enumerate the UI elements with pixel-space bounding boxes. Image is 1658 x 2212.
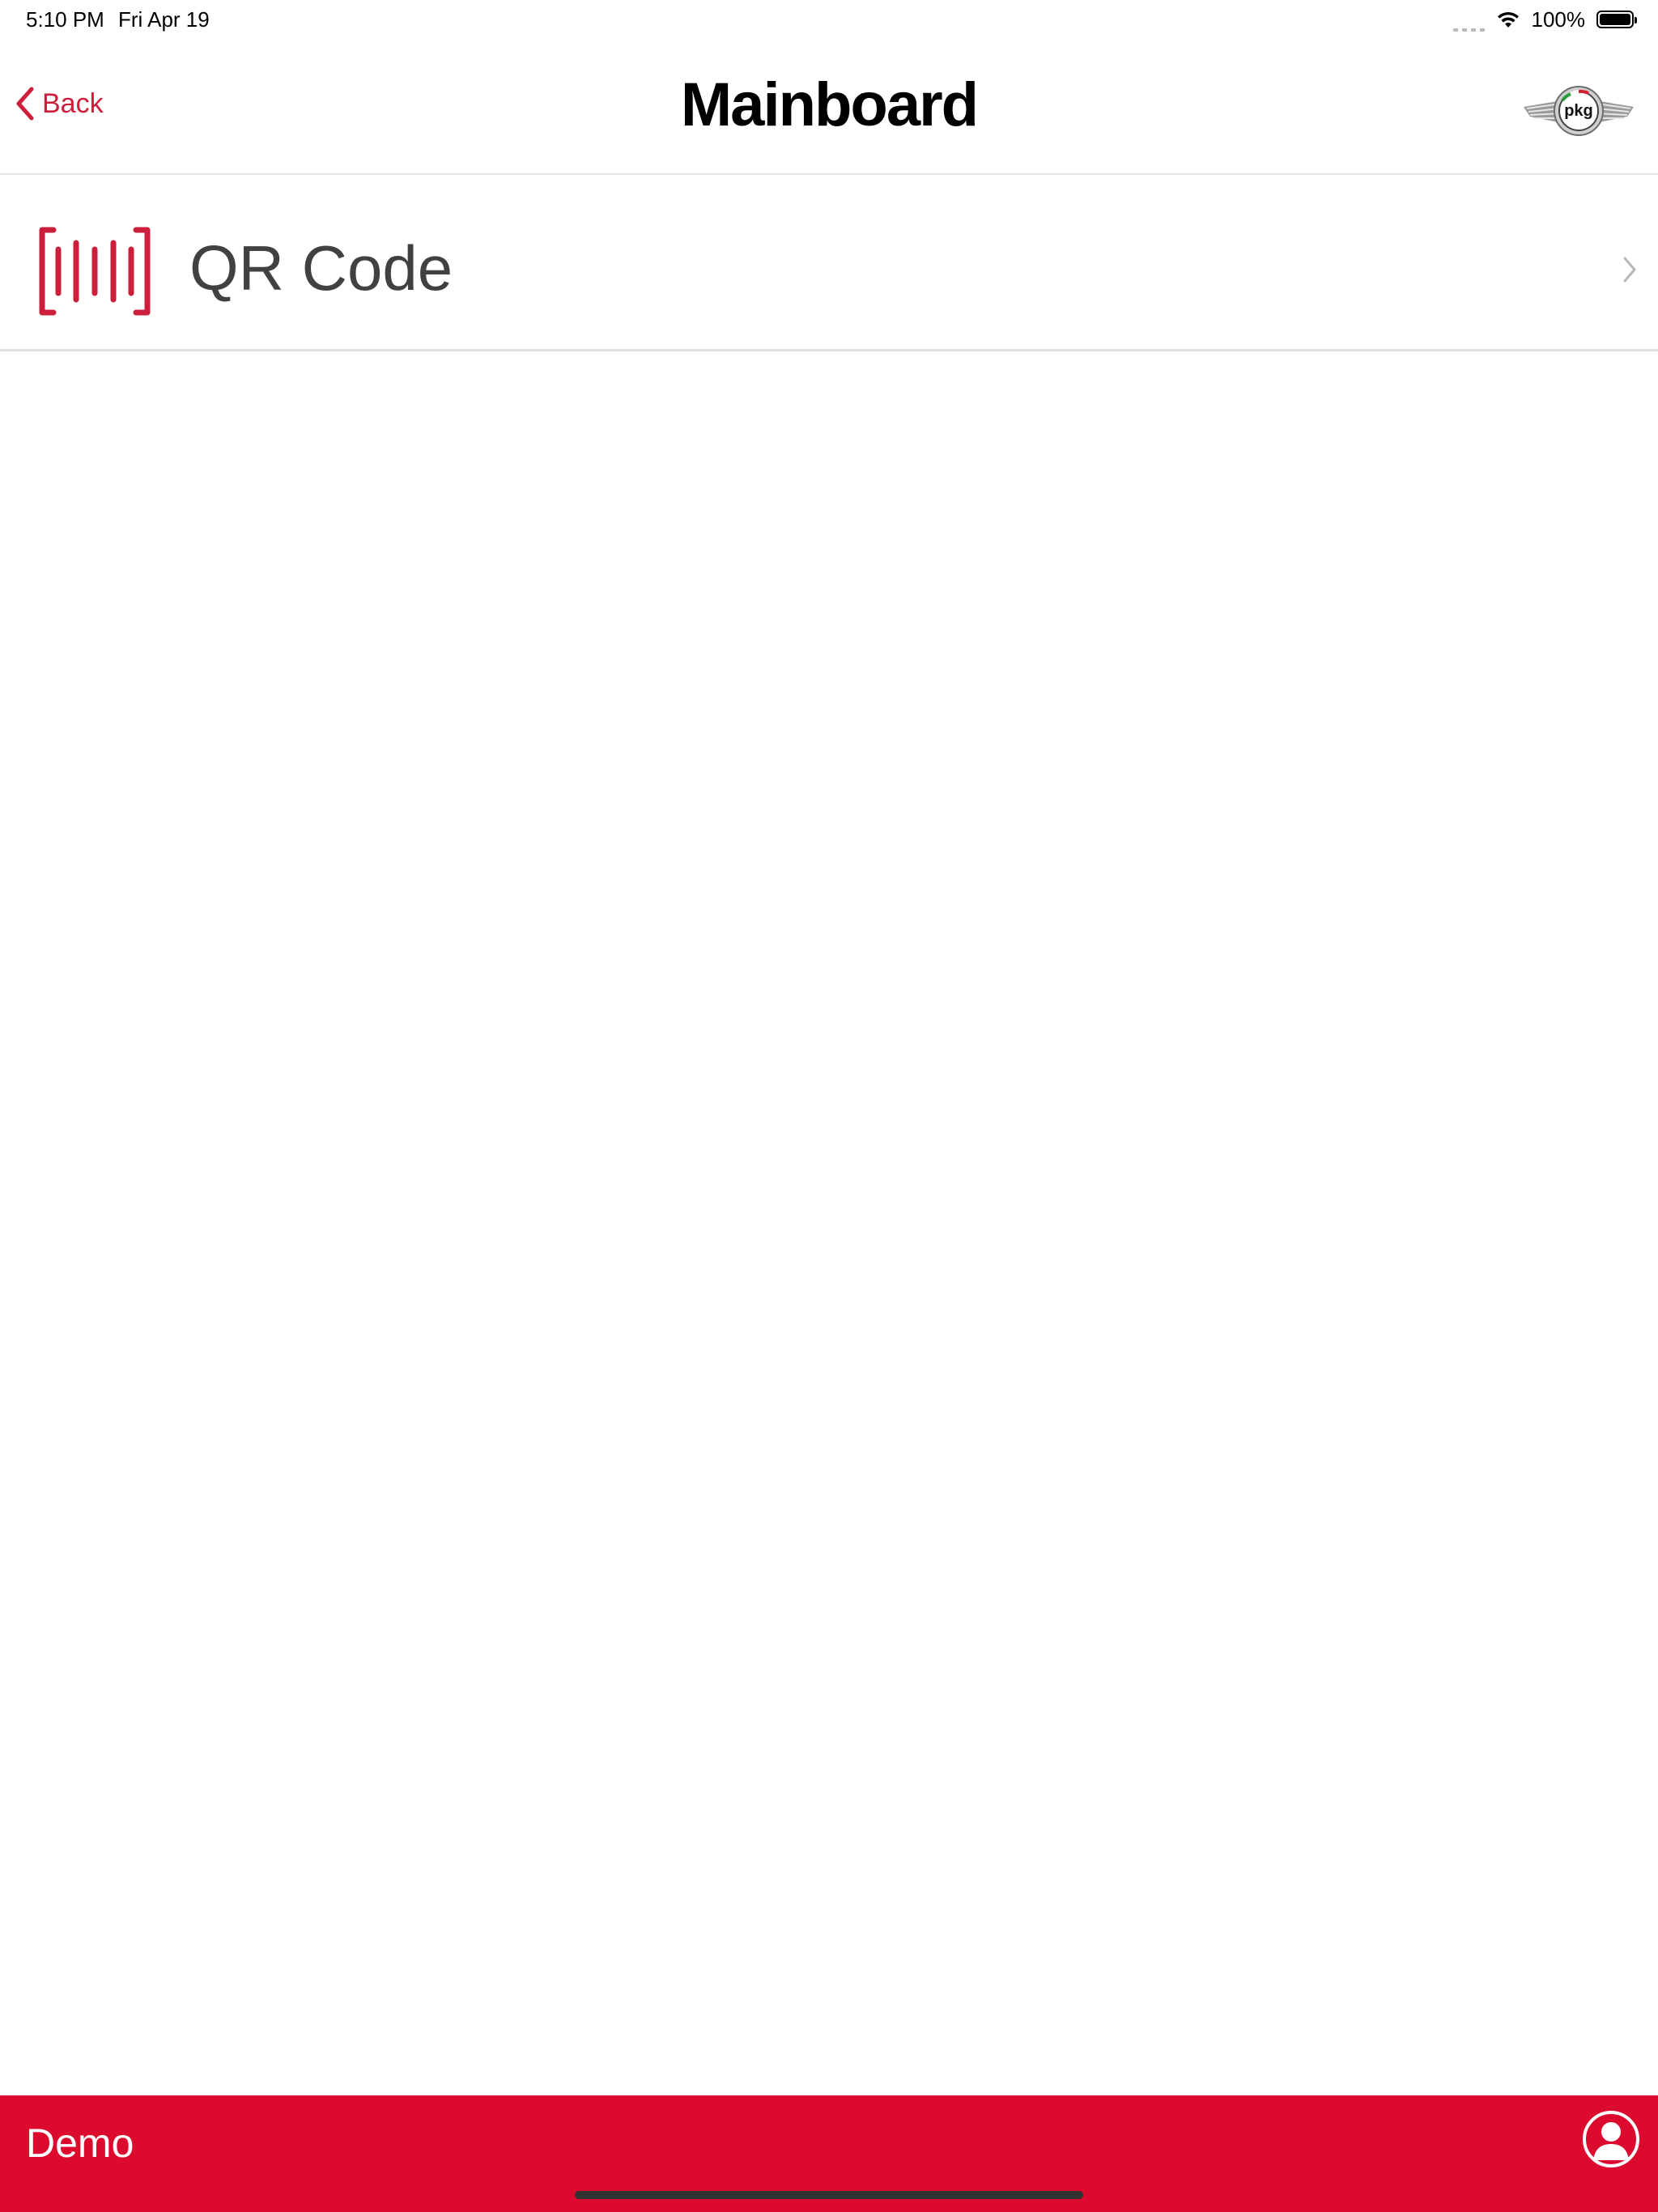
cellular-dots-icon bbox=[1452, 7, 1485, 32]
barcode-scanner-icon bbox=[39, 227, 151, 316]
battery-icon bbox=[1596, 11, 1637, 28]
wifi-icon bbox=[1497, 11, 1519, 28]
brand-logo-text: pkg bbox=[1564, 102, 1593, 120]
list-item-label: QR Code bbox=[189, 232, 453, 304]
status-time: 5:10 PM bbox=[26, 7, 104, 32]
brand-logo: pkg bbox=[1524, 86, 1634, 136]
navigation-bar: Back Mainboard pkg bbox=[0, 39, 1658, 175]
battery-percent: 100% bbox=[1531, 6, 1586, 32]
status-indicators: 100% bbox=[1452, 5, 1637, 34]
status-date: Fri Apr 19 bbox=[118, 7, 210, 32]
list-item-qr-code[interactable]: QR Code bbox=[0, 175, 1658, 351]
page-title: Mainboard bbox=[680, 70, 979, 139]
status-bar: 5:10 PM Fri Apr 19 100% bbox=[0, 0, 1658, 39]
battery-fill bbox=[1600, 14, 1630, 25]
bottom-bar: Demo bbox=[0, 2095, 1658, 2212]
user-profile-icon[interactable] bbox=[1582, 2110, 1640, 2168]
chevron-right-icon bbox=[1623, 257, 1636, 283]
account-label: Demo bbox=[26, 2121, 134, 2166]
home-indicator bbox=[575, 2191, 1083, 2199]
screen: 5:10 PM Fri Apr 19 100% Back Mainboard p… bbox=[0, 0, 1658, 2212]
